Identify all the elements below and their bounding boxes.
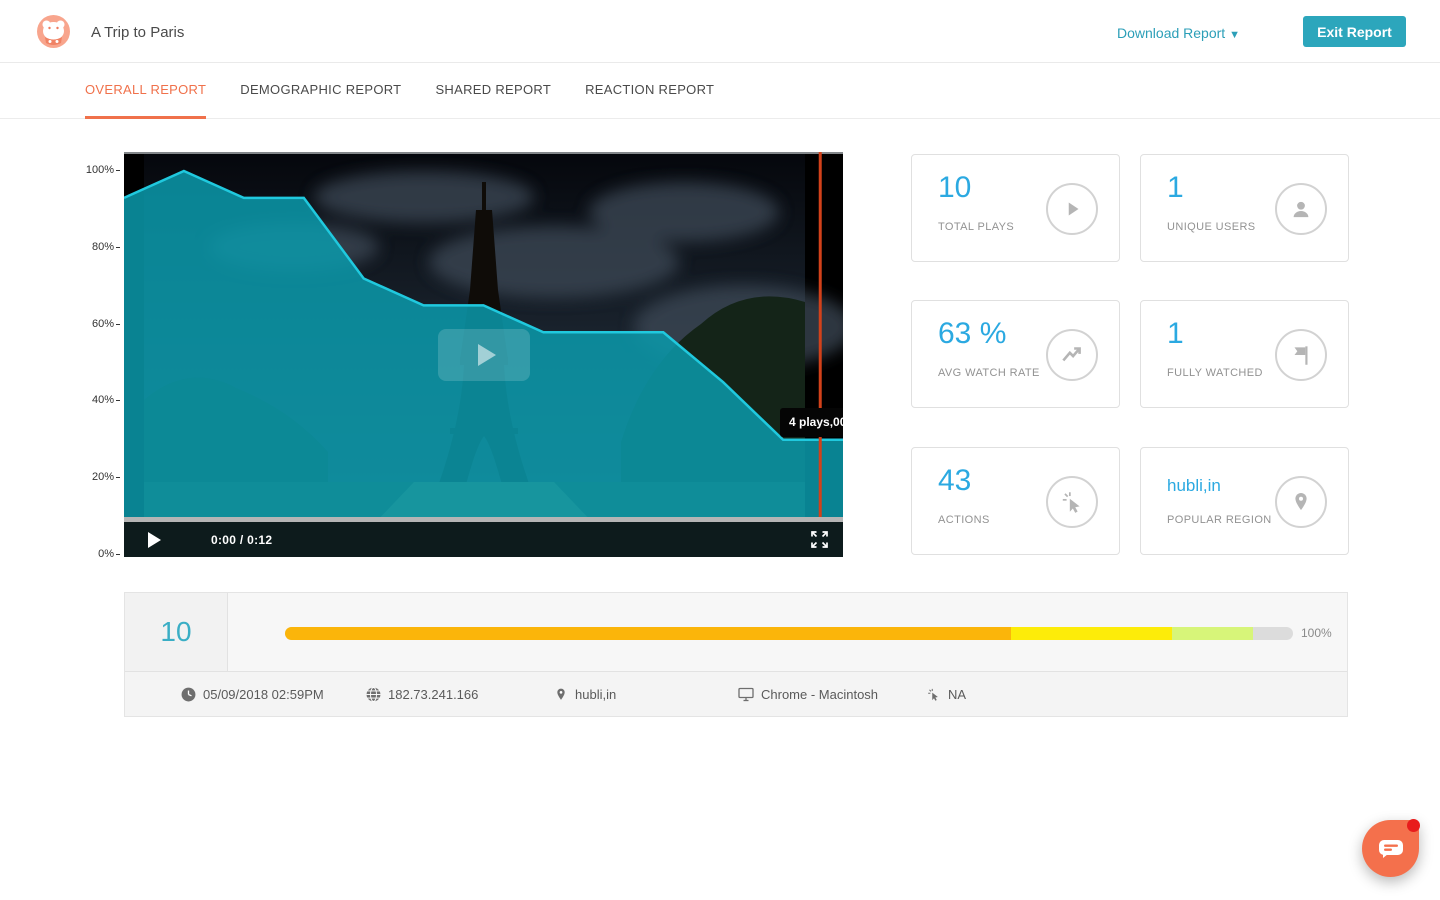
stat-card-unique-users: 1 UNIQUE USERS: [1140, 154, 1349, 262]
chat-bubble-icon: [1378, 839, 1404, 859]
detail-browser-os: Chrome - Macintosh: [738, 672, 878, 717]
big-play-button[interactable]: [438, 329, 530, 381]
video-controls: 0:00 / 0:12: [124, 522, 843, 557]
stat-card-avg-watch-rate: 63 % AVG WATCH RATE: [911, 300, 1120, 408]
detail-location: hubli,in: [554, 672, 616, 717]
tab-overall-report[interactable]: OVERALL REPORT: [85, 63, 206, 119]
stat-label: AVG WATCH RATE: [938, 367, 1040, 379]
play-count-cell: 10: [125, 593, 228, 671]
detail-action: NA: [926, 672, 966, 717]
stat-label: TOTAL PLAYS: [938, 221, 1014, 233]
app-header: A Trip to Paris Download Report▼ Exit Re…: [0, 0, 1440, 63]
play-button[interactable]: [148, 532, 161, 548]
detail-ip-address: 182.73.241.166: [366, 672, 478, 717]
monitor-icon: [738, 687, 754, 702]
tab-demographic-report[interactable]: DEMOGRAPHIC REPORT: [240, 63, 401, 119]
globe-icon: [366, 687, 381, 702]
page-title: A Trip to Paris: [91, 24, 184, 41]
tab-shared-report[interactable]: SHARED REPORT: [435, 63, 551, 119]
watch-progress-label: 100%: [1301, 626, 1332, 640]
stat-card-actions: 43 ACTIONS: [911, 447, 1120, 555]
y-tick: 20%: [92, 471, 120, 483]
fullscreen-icon[interactable]: [810, 530, 829, 549]
hippo-logo-icon: [37, 15, 70, 48]
y-tick: 40%: [92, 394, 120, 406]
progress-segment: [285, 627, 1011, 640]
stat-card-popular-region: hubli,in POPULAR REGION: [1140, 447, 1349, 555]
chat-widget-button[interactable]: [1362, 820, 1419, 877]
y-tick: 60%: [92, 318, 120, 330]
exit-report-button[interactable]: Exit Report: [1303, 16, 1406, 47]
user-icon: [1275, 183, 1327, 235]
chart-y-axis: 100% 80% 60% 40% 20% 0%: [0, 152, 120, 557]
stat-label: ACTIONS: [938, 514, 990, 526]
plays-breakdown-panel: 10 100% 05/09/2018 02:59PM 182.73.241.16…: [124, 592, 1348, 717]
stat-value: 1: [1167, 171, 1184, 205]
time-display: 0:00 / 0:12: [211, 533, 272, 547]
stat-value: 43: [938, 464, 971, 498]
play-count: 10: [125, 593, 227, 671]
notification-dot: [1407, 819, 1420, 832]
stat-value: 1: [1167, 317, 1184, 351]
pin-icon: [554, 687, 568, 702]
video-player[interactable]: 4 plays,00: 0:00 / 0:12: [124, 152, 843, 557]
y-tick: 0%: [98, 548, 120, 560]
play-icon: [478, 344, 496, 366]
play-icon: [1046, 183, 1098, 235]
y-tick: 100%: [86, 164, 120, 176]
click-icon: [1046, 476, 1098, 528]
stat-label: UNIQUE USERS: [1167, 221, 1256, 233]
chevron-down-icon: ▼: [1229, 29, 1240, 41]
stat-card-fully-watched: 1 FULLY WATCHED: [1140, 300, 1349, 408]
y-tick: 80%: [92, 241, 120, 253]
stat-value: 10: [938, 171, 971, 205]
chart-tooltip: 4 plays,00:: [780, 408, 843, 437]
progress-segment: [1011, 627, 1172, 640]
stat-value: hubli,in: [1167, 476, 1221, 496]
detail-timestamp: 05/09/2018 02:59PM: [181, 672, 324, 717]
tab-reaction-report[interactable]: REACTION REPORT: [585, 63, 714, 119]
main-content: 100% 80% 60% 40% 20% 0%: [0, 119, 1440, 900]
trend-icon: [1046, 329, 1098, 381]
download-report-link[interactable]: Download Report▼: [1117, 25, 1240, 41]
stat-value: 63 %: [938, 317, 1006, 351]
watch-progress-bar: [285, 627, 1293, 640]
stat-label: FULLY WATCHED: [1167, 367, 1263, 379]
report-tabbar: OVERALL REPORT DEMOGRAPHIC REPORT SHARED…: [0, 63, 1440, 119]
click-icon: [926, 687, 941, 702]
pin-icon: [1275, 476, 1327, 528]
flag-icon: [1275, 329, 1327, 381]
play-details-row: 05/09/2018 02:59PM 182.73.241.166 hubli,…: [125, 671, 1347, 716]
stat-card-total-plays: 10 TOTAL PLAYS: [911, 154, 1120, 262]
clock-icon: [181, 687, 196, 702]
stat-label: POPULAR REGION: [1167, 514, 1272, 526]
progress-segment: [1172, 627, 1253, 640]
